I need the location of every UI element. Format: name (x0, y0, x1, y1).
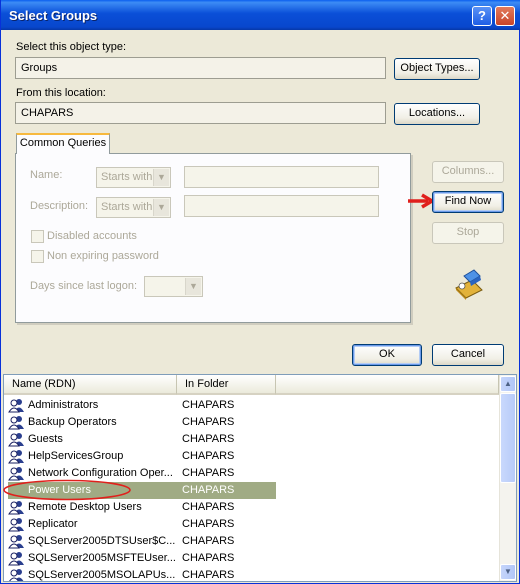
row-folder: CHAPARS (182, 518, 235, 530)
non-expiring-password-checkbox[interactable] (31, 250, 44, 263)
table-row[interactable]: SQLServer2005MSFTEUser... CHAPARS (4, 550, 499, 567)
object-type-label: Select this object type: (16, 41, 127, 53)
name-match-value: Starts with (101, 171, 153, 183)
table-row[interactable]: Backup Operators CHAPARS (4, 414, 499, 431)
days-since-logon-select[interactable]: ▼ (144, 276, 203, 297)
table-row[interactable]: SQLServer2005DTSUser$C... CHAPARS (4, 533, 499, 550)
table-row[interactable]: HelpServicesGroup CHAPARS (4, 448, 499, 465)
chevron-down-icon: ▼ (153, 199, 169, 216)
scroll-thumb[interactable] (500, 393, 516, 483)
close-button[interactable]: ✕ (495, 6, 515, 26)
column-header-blank (276, 375, 499, 395)
title-bar[interactable]: Select Groups ? ✕ (1, 0, 520, 30)
days-since-logon-label: Days since last logon: (30, 280, 137, 292)
row-folder: CHAPARS (182, 399, 235, 411)
help-button[interactable]: ? (472, 6, 492, 26)
vertical-scrollbar[interactable]: ▲ ▼ (499, 375, 516, 581)
table-row[interactable]: Guests CHAPARS (4, 431, 499, 448)
table-row[interactable]: Replicator CHAPARS (4, 516, 499, 533)
column-header-name[interactable]: Name (RDN) (4, 375, 177, 395)
row-name: Guests (28, 433, 63, 445)
chevron-down-icon: ▼ (153, 169, 169, 186)
row-folder: CHAPARS (182, 467, 235, 479)
table-row[interactable]: SQLServer2005MSOLAPUs... CHAPARS (4, 567, 499, 581)
row-name: SQLServer2005DTSUser$C... (28, 535, 176, 547)
search-flashlight-icon (455, 269, 483, 300)
row-name: HelpServicesGroup (28, 450, 124, 462)
columns-button[interactable]: Columns... (432, 161, 504, 183)
description-label: Description: (30, 200, 89, 212)
column-header-in-folder[interactable]: In Folder (177, 375, 276, 395)
row-name: Administrators (28, 399, 99, 411)
description-match-value: Starts with (101, 201, 153, 213)
select-groups-dialog: Select Groups ? ✕ Select this object typ… (0, 0, 520, 584)
location-label: From this location: (16, 87, 106, 99)
red-circle-annotation (3, 479, 131, 501)
row-folder: CHAPARS (182, 433, 235, 445)
row-folder: CHAPARS (182, 501, 235, 513)
row-folder: CHAPARS (180, 482, 276, 499)
object-type-field: Groups (15, 57, 386, 79)
chevron-down-icon: ▼ (185, 278, 201, 295)
row-folder: CHAPARS (182, 569, 235, 581)
name-label: Name: (30, 169, 63, 181)
window-title: Select Groups (9, 8, 98, 23)
locations-button[interactable]: Locations... (394, 103, 480, 125)
name-match-select[interactable]: Starts with ▼ (96, 167, 171, 188)
common-queries-panel: Name: Starts with ▼ Description: Starts … (15, 153, 411, 323)
location-field: CHAPARS (15, 102, 386, 124)
scroll-up-button[interactable]: ▲ (500, 376, 516, 392)
row-name: Replicator (28, 518, 78, 530)
non-expiring-password-label: Non expiring password (47, 250, 159, 262)
description-input[interactable] (184, 195, 379, 217)
tab-common-queries[interactable]: Common Queries (16, 133, 110, 154)
name-input[interactable] (184, 166, 379, 188)
stop-button[interactable]: Stop (432, 222, 504, 244)
row-name: SQLServer2005MSFTEUser... (28, 552, 176, 564)
cancel-button[interactable]: Cancel (432, 344, 504, 366)
ok-button[interactable]: OK (352, 344, 422, 366)
row-folder: CHAPARS (182, 416, 235, 428)
disabled-accounts-checkbox[interactable] (31, 230, 44, 243)
row-folder: CHAPARS (182, 450, 235, 462)
row-folder: CHAPARS (182, 535, 235, 547)
disabled-accounts-label: Disabled accounts (47, 230, 137, 242)
row-name: SQLServer2005MSOLAPUs... (28, 569, 176, 581)
object-types-button[interactable]: Object Types... (394, 58, 480, 80)
scroll-down-button[interactable]: ▼ (500, 564, 516, 580)
row-name: Backup Operators (28, 416, 117, 428)
find-now-button[interactable]: Find Now (432, 191, 504, 213)
row-folder: CHAPARS (182, 552, 235, 564)
table-row[interactable]: Administrators CHAPARS (4, 397, 499, 414)
description-match-select[interactable]: Starts with ▼ (96, 197, 171, 218)
